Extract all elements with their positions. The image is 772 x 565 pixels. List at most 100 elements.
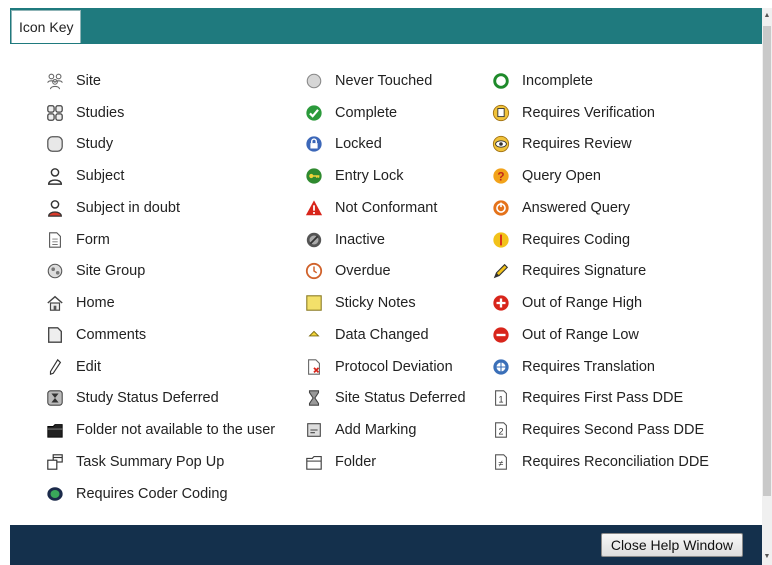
popup-window-icon <box>45 452 65 472</box>
icon-key-item: Inactive <box>304 224 466 256</box>
icon-key-item: Never Touched <box>304 65 466 97</box>
folder-icon <box>304 452 324 472</box>
icon-key-item: Edit <box>45 351 275 383</box>
svg-text:≠: ≠ <box>499 458 504 468</box>
sticky-note-icon <box>304 293 324 313</box>
coder-coding-icon <box>45 484 65 504</box>
icon-key-item: Complete <box>304 97 466 129</box>
icon-key-item: Study <box>45 129 275 161</box>
icon-key-column: Incomplete Requires Verification Requires … <box>491 65 709 478</box>
tab-icon-key[interactable]: Icon Key <box>11 10 82 43</box>
icon-key-label: Requires Reconciliation DDE <box>522 453 709 470</box>
icon-key-item: Overdue <box>304 256 466 288</box>
icon-key-label: Requires Signature <box>522 263 647 280</box>
add-marking-icon <box>304 420 324 440</box>
folder-dark-icon <box>45 420 65 440</box>
dde-first-icon: 1 <box>491 388 511 408</box>
icon-key-label: Requires Coder Coding <box>76 485 228 502</box>
coding-icon <box>491 230 511 250</box>
pencil-icon <box>45 357 65 377</box>
hourglass-icon <box>304 388 324 408</box>
icon-key-label: Not Conformant <box>335 199 438 216</box>
icon-key-label: Subject <box>76 168 125 185</box>
subject-person-icon <box>45 166 65 186</box>
icon-key-item: Out of Range Low <box>491 319 709 351</box>
icon-key-item: Site <box>45 65 275 97</box>
icon-key-panel: Site Studies Study Subject Subject in doubt F… <box>10 44 762 525</box>
icon-key-item: Requires Translation <box>491 351 709 383</box>
icon-key-item: Out of Range High <box>491 287 709 319</box>
studies-grid-icon <box>45 103 65 123</box>
icon-key-item: Sticky Notes <box>304 287 466 319</box>
icon-key-item: Not Conformant <box>304 192 466 224</box>
icon-key-label: Out of Range High <box>522 295 643 312</box>
icon-key-label: Study <box>76 136 114 153</box>
clock-icon <box>304 261 324 281</box>
translation-icon <box>491 357 511 377</box>
question-icon: ? <box>491 166 511 186</box>
icon-key-label: Complete <box>335 104 398 121</box>
icon-key-item: Requires Review <box>491 129 709 161</box>
icon-key-item: Study Status Deferred <box>45 383 275 415</box>
site-group-icon <box>45 261 65 281</box>
key-circle-icon <box>304 166 324 186</box>
scrollbar-thumb[interactable] <box>763 26 771 496</box>
icon-key-item: Site Status Deferred <box>304 383 466 415</box>
svg-text:2: 2 <box>498 427 503 437</box>
icon-key-label: Answered Query <box>522 199 630 216</box>
icon-key-column: Never Touched Complete Locked Entry Lock Not… <box>304 65 466 478</box>
icon-key-item: Requires Signature <box>491 256 709 288</box>
comments-icon <box>45 325 65 345</box>
warning-triangle-icon <box>304 198 324 218</box>
grey-circle-icon <box>304 71 324 91</box>
icon-key-label: Site <box>76 72 101 89</box>
icon-key-label: Out of Range Low <box>522 326 639 343</box>
icon-key-label: Inactive <box>335 231 385 248</box>
icon-key-item: Requires Coder Coding <box>45 478 275 510</box>
inactive-icon <box>304 230 324 250</box>
scrollbar[interactable]: ▲ ▼ <box>762 8 772 565</box>
dde-reconciliation-icon: ≠ <box>491 452 511 472</box>
icon-key-item: Protocol Deviation <box>304 351 466 383</box>
icon-key-label: Add Marking <box>335 422 417 439</box>
icon-key-label: Never Touched <box>335 72 433 89</box>
eye-icon <box>491 134 511 154</box>
footer-bar: Close Help Window <box>10 525 762 565</box>
icon-key-label: Data Changed <box>335 326 429 343</box>
minus-circle-icon <box>491 325 511 345</box>
icon-key-item: Requires Coding <box>491 224 709 256</box>
icon-key-label: Comments <box>76 326 147 343</box>
icon-key-item: Incomplete <box>491 65 709 97</box>
icon-key-label: Task Summary Pop Up <box>76 453 225 470</box>
icon-key-label: Subject in doubt <box>76 199 180 216</box>
icon-key-label: Requires First Pass DDE <box>522 390 684 407</box>
lock-icon <box>304 134 324 154</box>
icon-key-label: Folder <box>335 453 377 470</box>
icon-key-label: Edit <box>76 358 101 375</box>
icon-key-item: Answered Query <box>491 192 709 224</box>
close-help-window-button[interactable]: Close Help Window <box>600 533 743 557</box>
icon-key-label: Folder not available to the user <box>76 422 276 439</box>
icon-key-label: Site Group <box>76 263 146 280</box>
icon-key-item: Site Group <box>45 256 275 288</box>
plus-circle-icon <box>491 293 511 313</box>
icon-key-item: Form <box>45 224 275 256</box>
form-document-icon <box>45 230 65 250</box>
icon-key-label: Form <box>76 231 110 248</box>
protocol-deviation-icon <box>304 357 324 377</box>
icon-key-item: Studies <box>45 97 275 129</box>
icon-key-label: Site Status Deferred <box>335 390 466 407</box>
icon-key-item: Home <box>45 287 275 319</box>
scroll-up-arrow-icon[interactable]: ▲ <box>762 10 772 22</box>
icon-key-label: Requires Coding <box>522 231 631 248</box>
header-bar <box>10 8 762 44</box>
signature-pen-icon <box>491 261 511 281</box>
scroll-down-arrow-icon[interactable]: ▼ <box>762 551 772 563</box>
icon-key-label: Locked <box>335 136 382 153</box>
icon-key-label: Requires Verification <box>522 104 655 121</box>
study-cylinder-icon <box>45 134 65 154</box>
green-ring-icon <box>491 71 511 91</box>
icon-key-label: Requires Translation <box>522 358 655 375</box>
icon-key-label: Home <box>76 295 115 312</box>
icon-key-item: 2 Requires Second Pass DDE <box>491 414 709 446</box>
